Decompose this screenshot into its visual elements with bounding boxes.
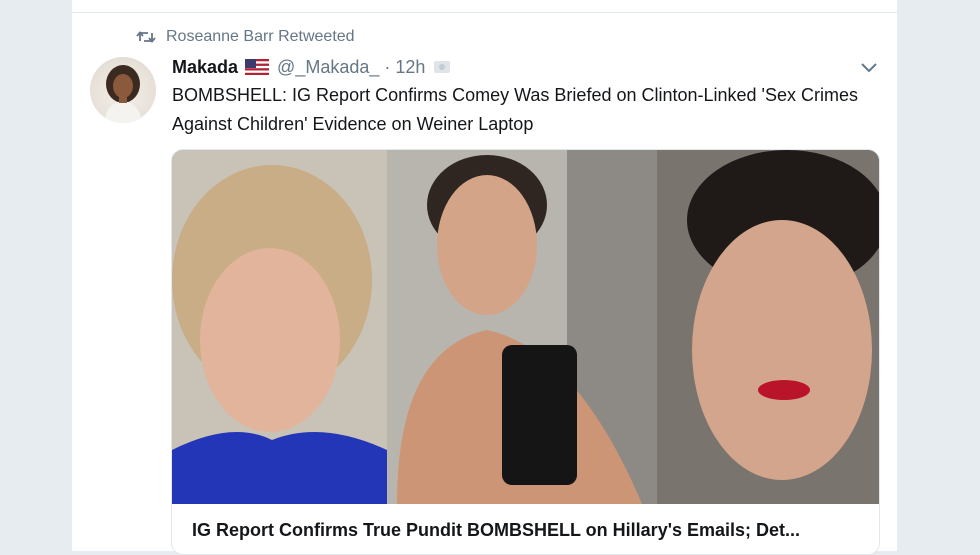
us-flag-icon xyxy=(245,59,270,75)
avatar[interactable] xyxy=(90,57,156,123)
card-title[interactable]: IG Report Confirms True Pundit BOMBSHELL… xyxy=(192,520,872,541)
previous-tweet-edge xyxy=(72,0,897,13)
card-photo-collage xyxy=(172,150,879,504)
author-name[interactable]: Makada xyxy=(172,57,238,78)
avatar-image xyxy=(104,65,142,123)
photo-icon xyxy=(434,61,451,73)
retweet-icon xyxy=(136,31,156,43)
tweet-header: Makada @_Makada_ · 12h xyxy=(172,54,451,80)
retweet-context[interactable]: Roseanne Barr Retweeted xyxy=(136,26,355,48)
chevron-down-icon[interactable] xyxy=(860,60,878,74)
header-separator: · xyxy=(384,56,391,77)
author-handle[interactable]: @_Makada_ xyxy=(277,57,379,78)
timeline-column: Roseanne Barr Retweeted Makada @_Makada_… xyxy=(72,0,897,555)
tweet-text: BOMBSHELL: IG Report Confirms Comey Was … xyxy=(172,85,859,134)
retweet-label: Roseanne Barr Retweeted xyxy=(166,28,355,45)
link-card[interactable]: IG Report Confirms True Pundit BOMBSHELL… xyxy=(171,149,880,555)
tweet-timestamp[interactable]: 12h xyxy=(395,57,425,78)
card-image xyxy=(172,150,879,504)
